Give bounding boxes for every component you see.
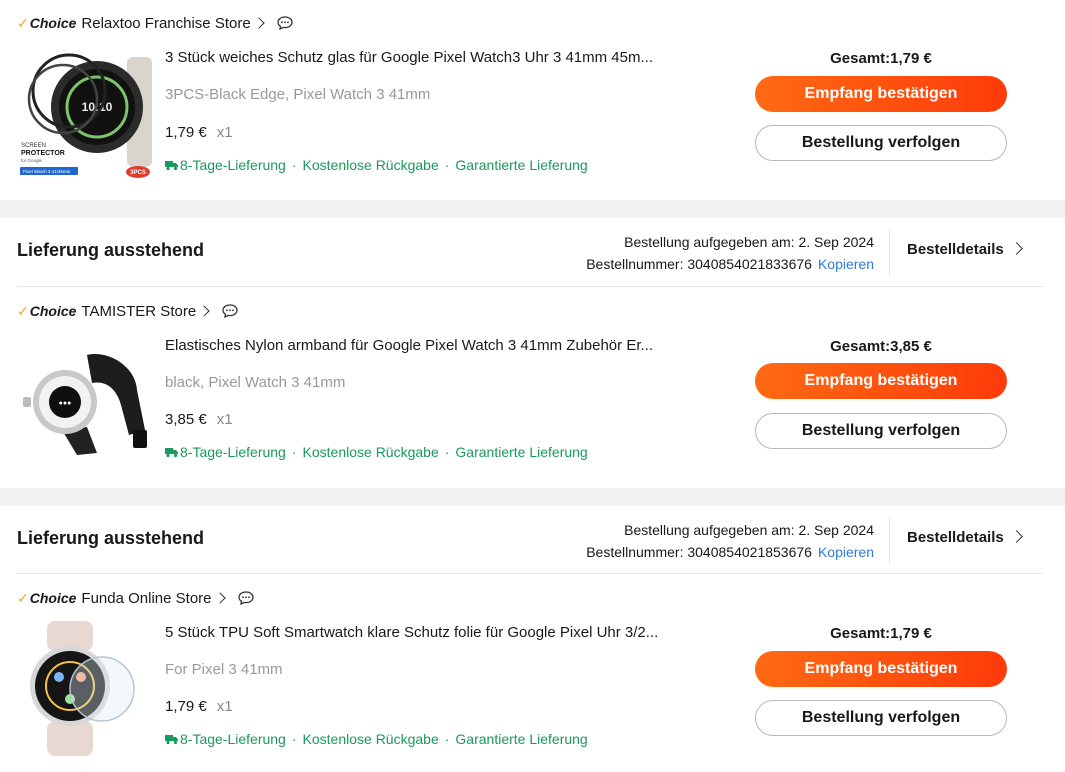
store-row: ✓ Choice Funda Online Store (17, 588, 254, 608)
perk-free-return: Kostenlose Rückgabe (302, 731, 439, 747)
perk-guaranteed: Garantierte Lieferung (455, 444, 588, 460)
product-variant: For Pixel 3 41mm (165, 661, 283, 678)
track-order-button[interactable]: Bestellung verfolgen (755, 413, 1007, 449)
chat-icon[interactable] (237, 591, 254, 605)
chevron-right-icon[interactable] (213, 592, 226, 604)
product-qty: x1 (216, 124, 233, 141)
confirm-receipt-button[interactable]: Empfang bestätigen (755, 76, 1007, 112)
product-title[interactable]: 3 Stück weiches Schutz glas für Google P… (165, 49, 653, 66)
order-card: Lieferung ausstehend Bestellung aufgegeb… (0, 506, 1065, 772)
product-qty: x1 (216, 698, 233, 715)
perk-free-return: Kostenlose Rückgabe (302, 157, 439, 173)
chat-icon[interactable] (222, 304, 238, 318)
image-text-for: for Google (21, 158, 43, 163)
svg-text:●●●: ●●● (59, 400, 72, 407)
product-price-row: 1,79 € x1 (165, 124, 233, 141)
check-icon: ✓ (17, 589, 29, 606)
order-number: Bestellnummer: 3040854021853676 (586, 544, 812, 560)
order-total: Gesamt:1,79 € (830, 625, 932, 642)
store-row: ✓ Choice TAMISTER Store (17, 301, 238, 321)
truck-icon (165, 734, 178, 744)
perk-delivery: 8-Tage-Lieferung (180, 444, 286, 460)
check-icon: ✓ (17, 14, 29, 31)
product-price: 3,85 € (165, 411, 207, 428)
perk-delivery: 8-Tage-Lieferung (180, 731, 286, 747)
order-number: Bestellnummer: 3040854021833676 (586, 256, 812, 272)
order-card: ✓ Choice Relaxtoo Franchise Store 10:10 S… (0, 0, 1065, 200)
order-card: Lieferung ausstehend Bestellung aufgegeb… (0, 218, 1065, 488)
choice-label: Choice (29, 303, 77, 319)
order-date: Bestellung aufgegeben am: 2. Sep 2024 (624, 522, 874, 538)
chevron-right-icon (1009, 530, 1023, 543)
copy-link[interactable]: Kopieren (818, 256, 874, 272)
order-header: Lieferung ausstehend Bestellung aufgegeb… (0, 218, 1065, 288)
perk-free-return: Kostenlose Rückgabe (302, 444, 439, 460)
order-meta: Bestellung aufgegeben am: 2. Sep 2024 Be… (586, 519, 874, 563)
header-separator (889, 518, 890, 564)
track-order-button[interactable]: Bestellung verfolgen (755, 700, 1007, 736)
perks-row: 8-Tage-Lieferung · Kostenlose Rückgabe · G… (165, 157, 588, 173)
order-status: Lieferung ausstehend (17, 240, 205, 260)
store-name[interactable]: Relaxtoo Franchise Store (81, 15, 250, 32)
image-badge: 3PCS (130, 170, 146, 176)
chevron-right-icon[interactable] (253, 17, 265, 29)
confirm-receipt-button[interactable]: Empfang bestätigen (755, 651, 1007, 687)
chevron-right-icon (1009, 242, 1023, 255)
product-price: 1,79 € (165, 698, 207, 715)
choice-badge: ✓ Choice (17, 15, 76, 32)
order-status: Lieferung ausstehend (17, 528, 205, 548)
track-order-button[interactable]: Bestellung verfolgen (755, 125, 1007, 161)
store-name[interactable]: Funda Online Store (81, 590, 211, 607)
product-title[interactable]: 5 Stück TPU Soft Smartwatch klare Schutz… (165, 624, 658, 641)
screen-protector-image[interactable]: 10:10 SCREEN PROTECTOR for Google Pixel … (17, 47, 152, 182)
order-divider (0, 488, 1065, 506)
order-details-label: Bestelldetails (907, 241, 1004, 258)
chat-icon[interactable] (277, 16, 293, 30)
nylon-band-image[interactable]: ●●● (17, 335, 152, 470)
perks-row: 8-Tage-Lieferung · Kostenlose Rückgabe · G… (165, 731, 588, 747)
truck-icon (165, 160, 178, 170)
choice-label: Choice (29, 590, 77, 606)
product-title[interactable]: Elastisches Nylon armband für Google Pix… (165, 337, 653, 354)
product-variant: 3PCS-Black Edge, Pixel Watch 3 41mm (165, 86, 431, 103)
order-total: Gesamt:1,79 € (830, 50, 932, 67)
order-date: Bestellung aufgegeben am: 2. Sep 2024 (624, 234, 874, 250)
image-text-protector: PROTECTOR (21, 150, 65, 157)
choice-label: Choice (29, 15, 77, 31)
order-details-link[interactable]: Bestelldetails (907, 529, 1023, 546)
perks-row: 8-Tage-Lieferung · Kostenlose Rückgabe · G… (165, 444, 588, 460)
product-price-row: 1,79 € x1 (165, 698, 233, 715)
choice-badge: ✓ Choice (17, 303, 76, 320)
order-details-label: Bestelldetails (907, 529, 1004, 546)
product-price: 1,79 € (165, 124, 207, 141)
image-text-screen: SCREEN (21, 143, 46, 149)
divider (17, 286, 1043, 287)
truck-icon (165, 447, 178, 457)
product-price-row: 3,85 € x1 (165, 411, 233, 428)
store-row: ✓ Choice Relaxtoo Franchise Store (17, 13, 293, 33)
choice-badge: ✓ Choice (17, 590, 76, 607)
perk-guaranteed: Garantierte Lieferung (455, 157, 588, 173)
divider (17, 573, 1043, 574)
tpu-film-image[interactable] (17, 621, 152, 756)
order-meta: Bestellung aufgegeben am: 2. Sep 2024 Be… (586, 231, 874, 275)
order-total: Gesamt:3,85 € (830, 338, 932, 355)
image-text-model: Pixel Watch 3 41/45mm (23, 169, 71, 174)
header-separator (889, 230, 890, 276)
perk-delivery: 8-Tage-Lieferung (180, 157, 286, 173)
chevron-right-icon[interactable] (198, 305, 210, 317)
confirm-receipt-button[interactable]: Empfang bestätigen (755, 363, 1007, 399)
perk-guaranteed: Garantierte Lieferung (455, 731, 588, 747)
product-qty: x1 (216, 411, 233, 428)
copy-link[interactable]: Kopieren (818, 544, 874, 560)
store-name[interactable]: TAMISTER Store (81, 303, 196, 320)
product-variant: black, Pixel Watch 3 41mm (165, 374, 346, 391)
order-header: Lieferung ausstehend Bestellung aufgegeb… (0, 506, 1065, 576)
check-icon: ✓ (17, 302, 29, 319)
order-details-link[interactable]: Bestelldetails (907, 241, 1023, 258)
order-divider (0, 200, 1065, 218)
